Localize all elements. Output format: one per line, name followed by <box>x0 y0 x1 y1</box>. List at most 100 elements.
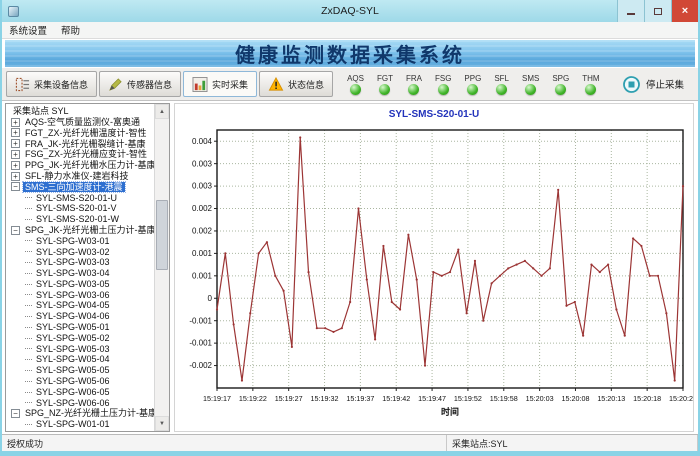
tree-item-label: SYL-SPG-W06-06 <box>34 398 112 409</box>
tree-item[interactable]: 采集站点 SYL <box>9 106 154 117</box>
y-tick-label: 0.002 <box>192 227 213 236</box>
x-tick-label: 15:20:23 <box>669 394 693 403</box>
tree-item[interactable]: SYL-SPG-W05-05 <box>9 365 154 376</box>
tree-connector <box>25 305 32 306</box>
y-tick-label: -0.002 <box>189 361 212 370</box>
tree-item[interactable]: +PPG_JK-光纤光栅水压力计-基康 <box>9 160 154 171</box>
tree-scrollbar[interactable]: ▲ ▼ <box>154 104 169 431</box>
tree-connector <box>25 262 32 263</box>
tree-item-label: SYL-SPG-W05-01 <box>34 322 112 333</box>
tree-item-label: 采集站点 SYL <box>11 106 71 117</box>
tree-item-label: SYL-SPG-W04-06 <box>34 311 112 322</box>
led-icon <box>496 84 507 95</box>
x-tick-label: 15:19:32 <box>311 394 339 403</box>
device-info-button[interactable]: 采集设备信息 <box>6 71 97 97</box>
tree-connector <box>25 381 32 382</box>
x-tick-label: 15:19:22 <box>239 394 267 403</box>
indicator-fsg: FSG <box>435 74 451 95</box>
tree-item[interactable]: SYL-SPG-W03-04 <box>9 268 154 279</box>
x-axis-label: 时间 <box>441 406 459 417</box>
scroll-down-icon[interactable]: ▼ <box>155 416 169 431</box>
tree-item[interactable]: SYL-SPG-W04-06 <box>9 311 154 322</box>
tree-item-label: SYL-SMS-S20-01-W <box>34 214 121 225</box>
expand-icon[interactable]: + <box>11 128 20 137</box>
tree-item[interactable]: SYL-SMS-S20-01-W <box>9 214 154 225</box>
x-tick-label: 15:20:08 <box>561 394 589 403</box>
led-icon <box>467 84 478 95</box>
tree-item[interactable]: +FGT_ZX-光纤光栅温度计-智性 <box>9 128 154 139</box>
close-button[interactable]: × <box>671 0 698 22</box>
tree-item[interactable]: SYL-SPG-W06-06 <box>9 398 154 409</box>
tree-connector <box>25 370 32 371</box>
indicator-label: SFL <box>494 74 509 83</box>
tree-item[interactable]: −SMS-三向加速度计-港震 <box>9 182 154 193</box>
maximize-button[interactable] <box>644 0 671 22</box>
scroll-up-icon[interactable]: ▲ <box>155 104 169 119</box>
tree-item[interactable]: −SPG_JK-光纤光栅土压力计-基康 <box>9 225 154 236</box>
tree-item[interactable]: +FRA_JK-光纤光栅裂缝计-基康 <box>9 138 154 149</box>
tree-item-label: SYL-SMS-S20-01-V <box>34 203 119 214</box>
expand-icon[interactable]: + <box>11 172 20 181</box>
x-tick-label: 15:20:18 <box>633 394 661 403</box>
expand-icon[interactable]: + <box>11 139 20 148</box>
tree-item[interactable]: SYL-SPG-W06-05 <box>9 387 154 398</box>
scroll-thumb[interactable] <box>156 200 168 270</box>
tree-connector <box>25 197 32 198</box>
tree-item[interactable]: SYL-SPG-W05-02 <box>9 333 154 344</box>
tree-connector <box>25 359 32 360</box>
expand-icon[interactable]: + <box>11 150 20 159</box>
tree-item[interactable]: SYL-SPG-W05-03 <box>9 344 154 355</box>
maximize-icon <box>654 8 662 15</box>
tree-item[interactable]: +AQS-空气质量监测仪-富奥通 <box>9 117 154 128</box>
y-tick-label: 0.004 <box>192 137 213 146</box>
tree-item[interactable]: SYL-SPG-W05-04 <box>9 354 154 365</box>
collapse-icon[interactable]: − <box>11 226 20 235</box>
status-station: 采集站点:SYL <box>447 435 698 451</box>
realtime-collect-button[interactable]: 实时采集 <box>183 71 257 97</box>
tree-item[interactable]: +SFL-静力水准仪-建岩科技 <box>9 171 154 182</box>
status-warning-icon <box>268 77 284 92</box>
tree-item[interactable]: SYL-SPG-W03-06 <box>9 290 154 301</box>
led-icon <box>525 84 536 95</box>
tree-item[interactable]: SYL-SPG-W03-03 <box>9 257 154 268</box>
y-tick-label: 0.001 <box>192 249 213 258</box>
tree-item-label: SYL-SPG-W01-01 <box>34 419 112 430</box>
tree-item[interactable]: SYL-SMS-S20-01-V <box>9 203 154 214</box>
toolbar: 采集设备信息 传感器信息 实时采集 状态信息 <box>2 68 698 101</box>
menu-system-settings[interactable]: 系统设置 <box>2 22 54 38</box>
tree-item-label: SYL-SPG-W05-02 <box>34 333 112 344</box>
tree-item[interactable]: SYL-SPG-W03-01 <box>9 236 154 247</box>
y-tick-label: 0.001 <box>192 271 213 280</box>
tree-item[interactable]: SYL-SPG-W05-06 <box>9 376 154 387</box>
tree-connector <box>25 284 32 285</box>
menu-help[interactable]: 帮助 <box>54 22 87 38</box>
tree-item[interactable]: SYL-SMS-S20-01-U <box>9 192 154 203</box>
tree-item[interactable]: +FSG_ZX-光纤光栅应变计-智性 <box>9 149 154 160</box>
tree-connector <box>25 402 32 403</box>
tree-item[interactable]: SYL-SPG-W04-05 <box>9 300 154 311</box>
tree-item-label: SYL-SPG-W05-05 <box>34 365 112 376</box>
window-controls: × <box>617 0 698 22</box>
indicator-aqs: AQS <box>347 74 364 95</box>
expand-icon[interactable]: + <box>11 161 20 170</box>
stop-collect-button[interactable]: 停止采集 <box>622 75 684 94</box>
window-border <box>2 451 698 456</box>
tree-panel: 采集站点 SYL+AQS-空气质量监测仪-富奥通+FGT_ZX-光纤光栅温度计-… <box>5 103 170 432</box>
sensor-pencil-icon <box>108 77 123 92</box>
y-tick-label: 0.002 <box>192 204 213 213</box>
collapse-icon[interactable]: − <box>11 409 20 418</box>
collapse-icon[interactable]: − <box>11 182 20 191</box>
tree-item[interactable]: SYL-SPG-W05-01 <box>9 322 154 333</box>
indicator-group: AQSFGTFRAFSGPPGSFLSMSSPGTHM <box>347 74 600 95</box>
expand-icon[interactable]: + <box>11 118 20 127</box>
tree-item[interactable]: −SPG_NZ-光纤光栅土压力计-基康 <box>9 408 154 419</box>
tree-item[interactable]: SYL-SPG-W03-05 <box>9 279 154 290</box>
tree-item-label: SYL-SMS-S20-01-U <box>34 193 119 204</box>
sensor-info-button[interactable]: 传感器信息 <box>99 71 181 97</box>
status-info-button[interactable]: 状态信息 <box>259 71 333 97</box>
tree-item[interactable]: SYL-SPG-W03-02 <box>9 246 154 257</box>
tree-item[interactable]: SYL-SPG-W01-01 <box>9 419 154 430</box>
window-title: ZxDAQ-SYL <box>2 5 698 17</box>
tree-item-label: SMS-三向加速度计-港震 <box>23 182 125 193</box>
minimize-button[interactable] <box>617 0 644 22</box>
